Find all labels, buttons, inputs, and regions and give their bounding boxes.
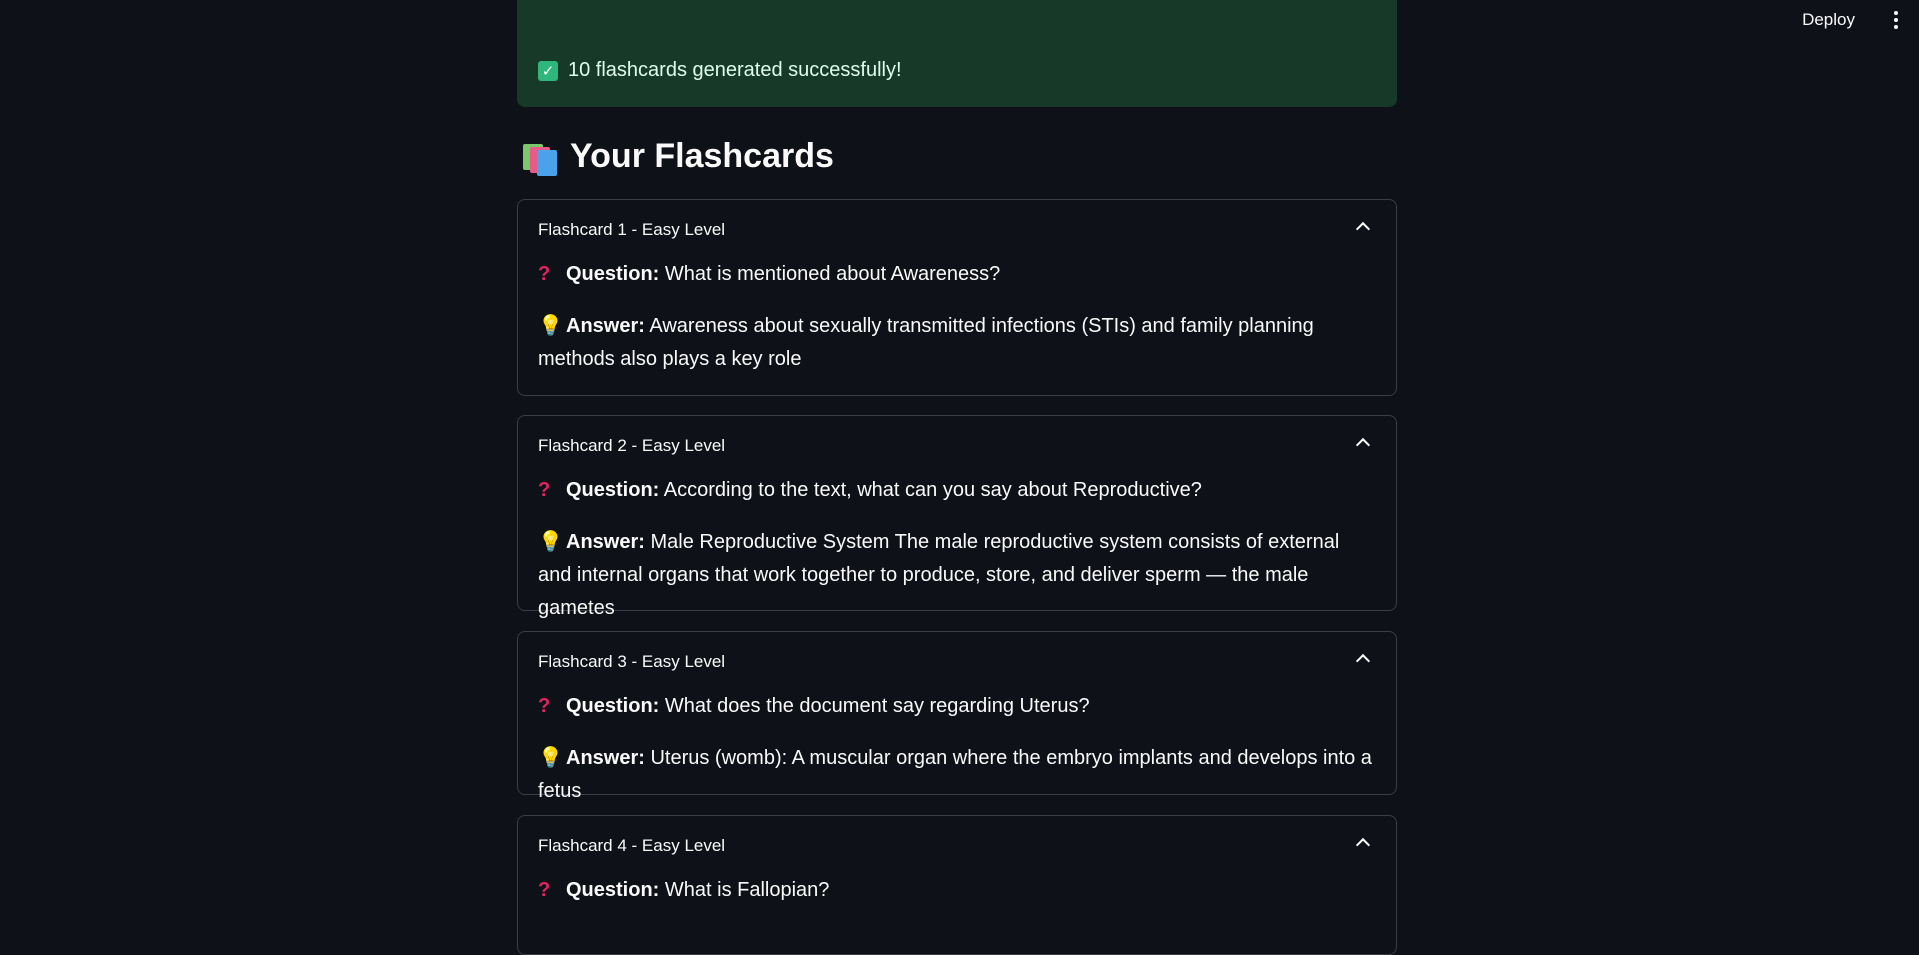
flashcard-title: Flashcard 3 - Easy Level — [538, 652, 726, 671]
question-mark-icon: ? — [538, 263, 551, 285]
flashcard-expander: Flashcard 4 - Easy Level ? Question: What… — [517, 815, 1397, 955]
flashcard-title: Flashcard 1 - Easy Level — [538, 220, 726, 239]
lightbulb-icon: 💡 — [538, 315, 563, 337]
deploy-button[interactable]: Deploy — [1796, 9, 1861, 31]
flashcard-expander: Flashcard 3 - Easy Level ? Question: What… — [517, 631, 1397, 802]
alert-text: 10 flashcards generated successfully! — [568, 59, 902, 81]
chevron-up-icon[interactable] — [1355, 653, 1371, 669]
check-icon: ✓ — [538, 60, 558, 81]
flashcard-title: Flashcard 4 - Easy Level — [538, 836, 726, 855]
lightbulb-icon: 💡 — [538, 531, 563, 553]
flashcard-answer: 💡 Answer: Male Reproductive System The ma… — [538, 526, 1376, 625]
section-title: Your Flashcards — [570, 137, 834, 175]
section-heading: Your Flashcards — [522, 137, 834, 176]
flashcard-question: ? Question: What is Fallopian? — [538, 874, 1376, 907]
question-mark-icon: ? — [538, 479, 551, 501]
flashcard-question: ? Question: What does the document say re… — [538, 690, 1376, 723]
books-icon — [522, 140, 558, 176]
flashcard-header[interactable]: Flashcard 1 - Easy Level — [518, 200, 1396, 258]
question-mark-icon: ? — [538, 695, 551, 717]
flashcard-header[interactable]: Flashcard 2 - Easy Level — [518, 416, 1396, 474]
lightbulb-icon: 💡 — [538, 747, 563, 769]
flashcard-question: ? Question: What is mentioned about Aware… — [538, 258, 1376, 291]
question-mark-icon: ? — [538, 879, 551, 901]
flashcard-expander: Flashcard 2 - Easy Level ? Question: Acco… — [517, 415, 1397, 619]
flashcard-title: Flashcard 2 - Easy Level — [538, 436, 726, 455]
top-toolbar: Deploy — [0, 0, 1919, 40]
flashcard-question: ? Question: According to the text, what c… — [538, 474, 1376, 507]
flashcard-answer: 💡 Answer: Uterus (womb): A muscular organ… — [538, 742, 1376, 808]
chevron-up-icon[interactable] — [1355, 837, 1371, 853]
kebab-menu-icon[interactable] — [1889, 8, 1903, 32]
flashcard-header[interactable]: Flashcard 3 - Easy Level — [518, 632, 1396, 690]
flashcard-header[interactable]: Flashcard 4 - Easy Level — [518, 816, 1396, 874]
chevron-up-icon[interactable] — [1355, 437, 1371, 453]
chevron-up-icon[interactable] — [1355, 221, 1371, 237]
flashcard-answer: 💡 Answer: Awareness about sexually transm… — [538, 310, 1376, 376]
flashcard-expander: Flashcard 1 - Easy Level ? Question: What… — [517, 199, 1397, 396]
